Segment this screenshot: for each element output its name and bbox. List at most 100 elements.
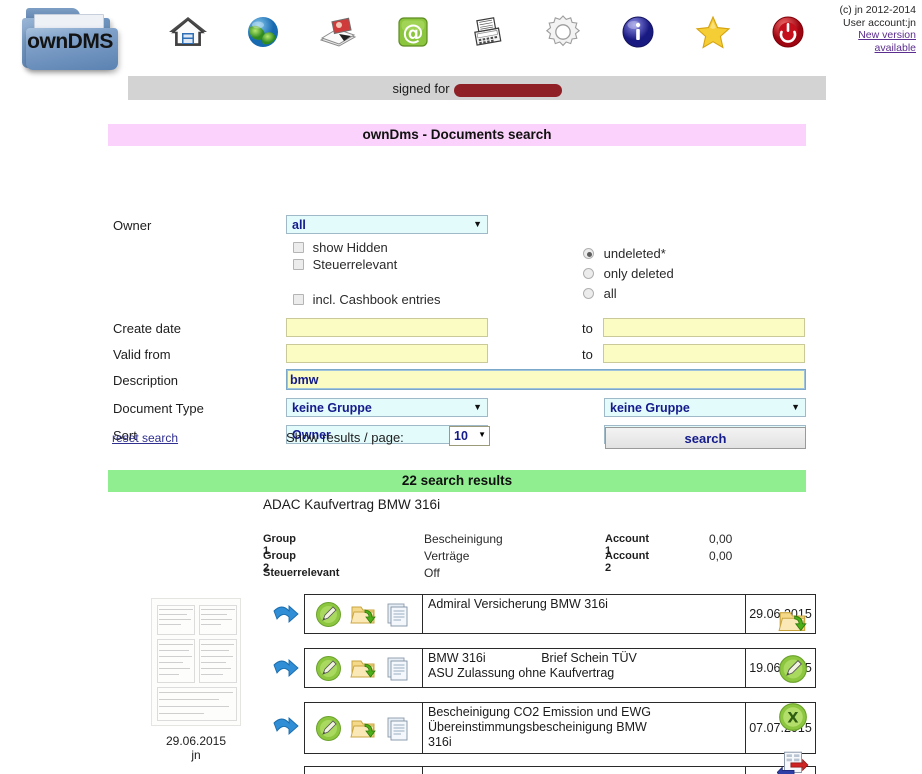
account2-value: 0,00 (709, 549, 732, 563)
edit-pencil-icon[interactable] (315, 655, 342, 682)
document-icon[interactable] (385, 715, 412, 742)
row-title[interactable]: Admiral Versicherung BMW 316i (423, 594, 746, 634)
reset-search-link[interactable]: reset search (112, 431, 178, 445)
copyright-text: (c) jn 2012-2014 (816, 4, 916, 17)
side-excel-export-button[interactable]: X (770, 694, 816, 740)
only-deleted-radio[interactable] (583, 268, 594, 279)
results-count-bar: 22 search results (108, 470, 806, 492)
folder-move-icon[interactable] (350, 715, 377, 742)
steuerrelevant-checkbox[interactable] (293, 259, 304, 270)
create-date-label: Create date (113, 321, 181, 336)
row-title[interactable] (423, 766, 746, 774)
edit-pencil-icon[interactable] (315, 601, 342, 628)
steuerrelevant-label: Steuerrelevant (313, 257, 398, 272)
per-page-select[interactable]: 10 (449, 426, 490, 446)
side-transfer-button[interactable] (770, 742, 816, 774)
new-version-link-line2[interactable]: available (816, 42, 916, 55)
power-icon (768, 12, 808, 52)
show-hidden-row[interactable]: show Hidden (293, 240, 388, 255)
nav-cashbook-button[interactable] (460, 6, 516, 58)
valid-from-input[interactable] (286, 344, 488, 363)
description-input[interactable] (286, 369, 806, 390)
panel-title: ownDms - Documents search (108, 124, 806, 146)
home-icon (167, 12, 209, 52)
nav-favorites-button[interactable] (685, 6, 741, 58)
expand-arrow-icon[interactable] (266, 766, 304, 774)
cash-register-icon (467, 12, 509, 52)
table-row[interactable]: Admiral Versicherung BMW 316i 29.06.2015 (266, 594, 816, 639)
cashbook-row[interactable]: incl. Cashbook entries (293, 292, 441, 307)
row-title-line2: ASU Zulassung ohne Kaufvertrag (428, 666, 740, 681)
expand-arrow-icon[interactable] (266, 648, 304, 692)
info-icon (618, 12, 658, 52)
row-action-icons (304, 594, 423, 634)
expand-arrow-icon[interactable] (266, 702, 304, 754)
show-results-label: Show results / page: (286, 430, 404, 445)
per-page-select-wrap: 10 ▼ (449, 426, 490, 446)
row-title-line1: BMW 316i Brief Schein TÜV (428, 651, 740, 666)
nav-logout-button[interactable] (760, 6, 816, 58)
radio-only-deleted[interactable]: only deleted (583, 266, 674, 281)
signed-for-label: signed for (392, 81, 449, 96)
thumbnail-user: jn (140, 748, 252, 762)
undeleted-radio[interactable] (583, 248, 594, 259)
app-logo[interactable]: ownDMS (8, 2, 126, 74)
cashbook-label: incl. Cashbook entries (313, 292, 441, 307)
row-title-line2: Übereinstimmungsbescheinigung BMW 316i (428, 720, 740, 750)
nav-home-button[interactable] (160, 6, 216, 58)
gear-icon (543, 12, 583, 52)
row-action-icons (304, 702, 423, 754)
owner-label: Owner (113, 218, 151, 233)
table-row[interactable]: BMW 316i Brief Schein TÜV ASU Zulassung … (266, 648, 816, 693)
nav-web-button[interactable] (235, 6, 291, 58)
create-date-to-label: to (582, 321, 593, 336)
result-group-title: ADAC Kaufvertrag BMW 316i (263, 497, 440, 512)
doctype-select-1[interactable]: keine Gruppe (286, 398, 488, 417)
only-deleted-label: only deleted (604, 266, 674, 281)
table-row[interactable] (266, 766, 816, 774)
row-title[interactable]: Bescheinigung CO2 Emission und EWG Übere… (423, 702, 746, 754)
undeleted-label: undeleted* (604, 246, 666, 261)
document-icon[interactable] (385, 655, 412, 682)
nav-settings-button[interactable] (535, 6, 591, 58)
scanner-icon (317, 12, 359, 52)
owner-select[interactable]: all (286, 215, 488, 234)
side-folder-move-button[interactable] (770, 598, 816, 644)
expand-arrow-icon[interactable] (266, 594, 304, 638)
document-thumbnail[interactable] (151, 598, 241, 726)
globe-icon (243, 12, 283, 52)
radio-all[interactable]: all (583, 286, 617, 301)
app-header: ownDMS (0, 0, 922, 72)
nav-scan-button[interactable] (310, 6, 366, 58)
nav-email-button[interactable]: @ (385, 6, 441, 58)
radio-undeleted[interactable]: undeleted* (583, 246, 666, 261)
app-window: ownDMS (0, 0, 922, 774)
group1-value: Bescheinigung (424, 532, 503, 546)
user-account-text: User account:jn (816, 17, 916, 30)
nav-info-button[interactable] (610, 6, 666, 58)
edit-pencil-icon[interactable] (315, 715, 342, 742)
main-toolbar: @ (160, 2, 810, 62)
description-label: Description (113, 373, 178, 388)
folder-move-icon[interactable] (350, 601, 377, 628)
show-hidden-label: show Hidden (313, 240, 388, 255)
row-title[interactable]: BMW 316i Brief Schein TÜV ASU Zulassung … (423, 648, 746, 688)
cashbook-checkbox[interactable] (293, 294, 304, 305)
search-button[interactable]: search (605, 427, 806, 449)
folder-move-icon[interactable] (350, 655, 377, 682)
side-edit-button[interactable] (770, 646, 816, 692)
doctype-select-2[interactable]: keine Gruppe (604, 398, 806, 417)
new-version-link-line1[interactable]: New version (816, 29, 916, 42)
show-hidden-checkbox[interactable] (293, 242, 304, 253)
create-date-from-input[interactable] (286, 318, 488, 337)
create-date-to-input[interactable] (603, 318, 805, 337)
table-row[interactable]: Bescheinigung CO2 Emission und EWG Übere… (266, 702, 816, 757)
valid-to-input[interactable] (603, 344, 805, 363)
steuerrelevant-row[interactable]: Steuerrelevant (293, 257, 397, 272)
search-panel: ownDms - Documents search Owner all ▼ sh… (108, 124, 806, 446)
all-label: all (604, 286, 617, 301)
side-action-column: X (770, 598, 816, 774)
document-icon[interactable] (385, 601, 412, 628)
all-radio[interactable] (583, 288, 594, 299)
header-meta: (c) jn 2012-2014 User account:jn New ver… (816, 4, 916, 54)
